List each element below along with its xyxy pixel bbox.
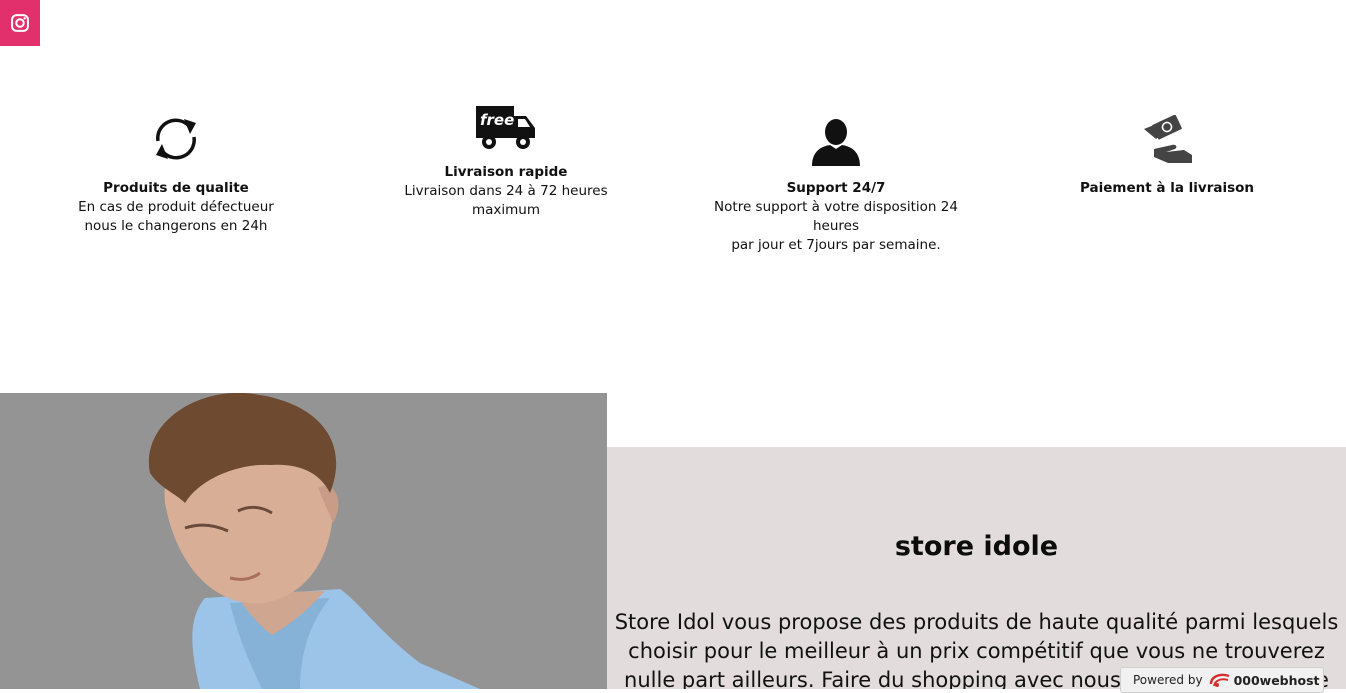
webhost-logo-icon [1209, 672, 1231, 688]
feature-payment: Paiement à la livraison [1037, 95, 1297, 198]
free-delivery-truck-icon: free [476, 106, 535, 149]
feature-delivery: free Livraison rapide Livraison dans 24 … [376, 95, 636, 220]
feature-title: Livraison rapide [444, 164, 568, 180]
cash-payment-icon [1144, 115, 1192, 163]
feature-support: Support 24/7 Notre support à votre dispo… [706, 95, 966, 255]
user-icon [812, 119, 860, 166]
feature-quality: Produits de qualite En cas de produit dé… [46, 95, 306, 236]
feature-description: En cas de produit défectueur nous le cha… [78, 199, 274, 234]
model-photo [0, 393, 607, 689]
instagram-button[interactable] [0, 0, 40, 46]
powered-by-label: Powered by [1133, 673, 1203, 687]
about-section: store idole Store Idol vous propose des … [607, 447, 1346, 689]
truck-free-label: free [480, 111, 514, 129]
feature-title: Support 24/7 [786, 180, 886, 196]
feature-title: Paiement à la livraison [1079, 180, 1255, 196]
about-title: store idole [894, 531, 1059, 562]
model-illustration [148, 393, 480, 689]
instagram-icon [11, 14, 29, 32]
webhost-brand: 000webhost [1233, 672, 1320, 688]
feature-title: Produits de qualite [103, 180, 249, 196]
features-section: Produits de qualite En cas de produit dé… [0, 95, 1346, 275]
feature-description: Notre support à votre disposition 24 heu… [714, 199, 958, 253]
feature-description: Livraison dans 24 à 72 heures maximum [404, 183, 608, 218]
hosting-badge[interactable]: Powered by 000webhost [1120, 667, 1324, 693]
refresh-icon [156, 118, 196, 160]
